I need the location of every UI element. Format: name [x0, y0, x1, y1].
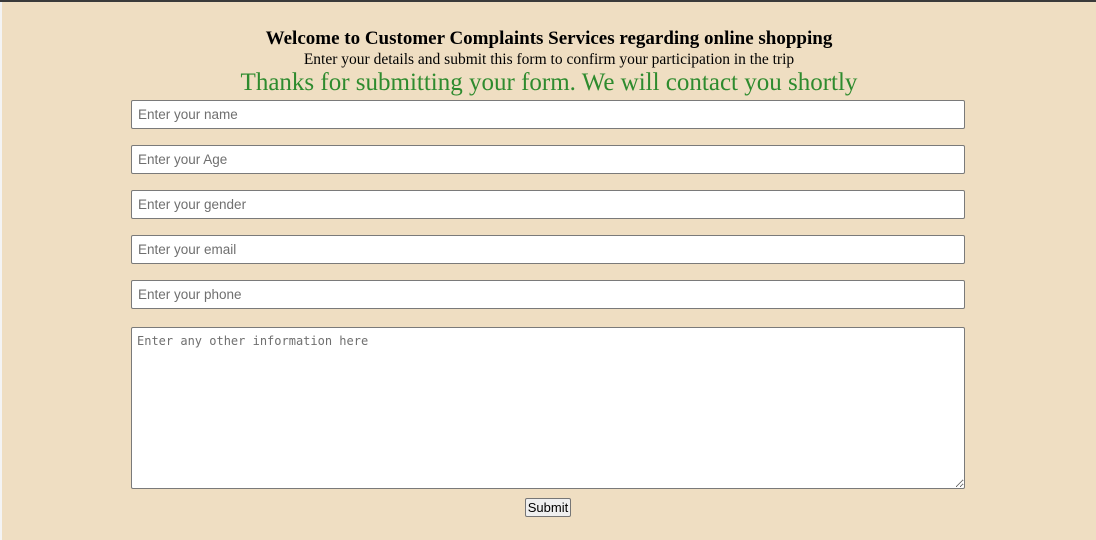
page-title: Welcome to Customer Complaints Services …: [265, 28, 833, 49]
phone-field[interactable]: [131, 280, 965, 309]
page-container: Welcome to Customer Complaints Services …: [2, 2, 1096, 540]
other-information-textarea[interactable]: [131, 327, 965, 489]
email-field[interactable]: [131, 235, 965, 264]
age-field[interactable]: [131, 145, 965, 174]
gender-field[interactable]: [131, 190, 965, 219]
name-field[interactable]: [131, 100, 965, 129]
submit-button[interactable]: Submit: [525, 498, 571, 517]
success-message: Thanks for submitting your form. We will…: [240, 69, 858, 96]
page-subtitle: Enter your details and submit this form …: [303, 51, 795, 68]
